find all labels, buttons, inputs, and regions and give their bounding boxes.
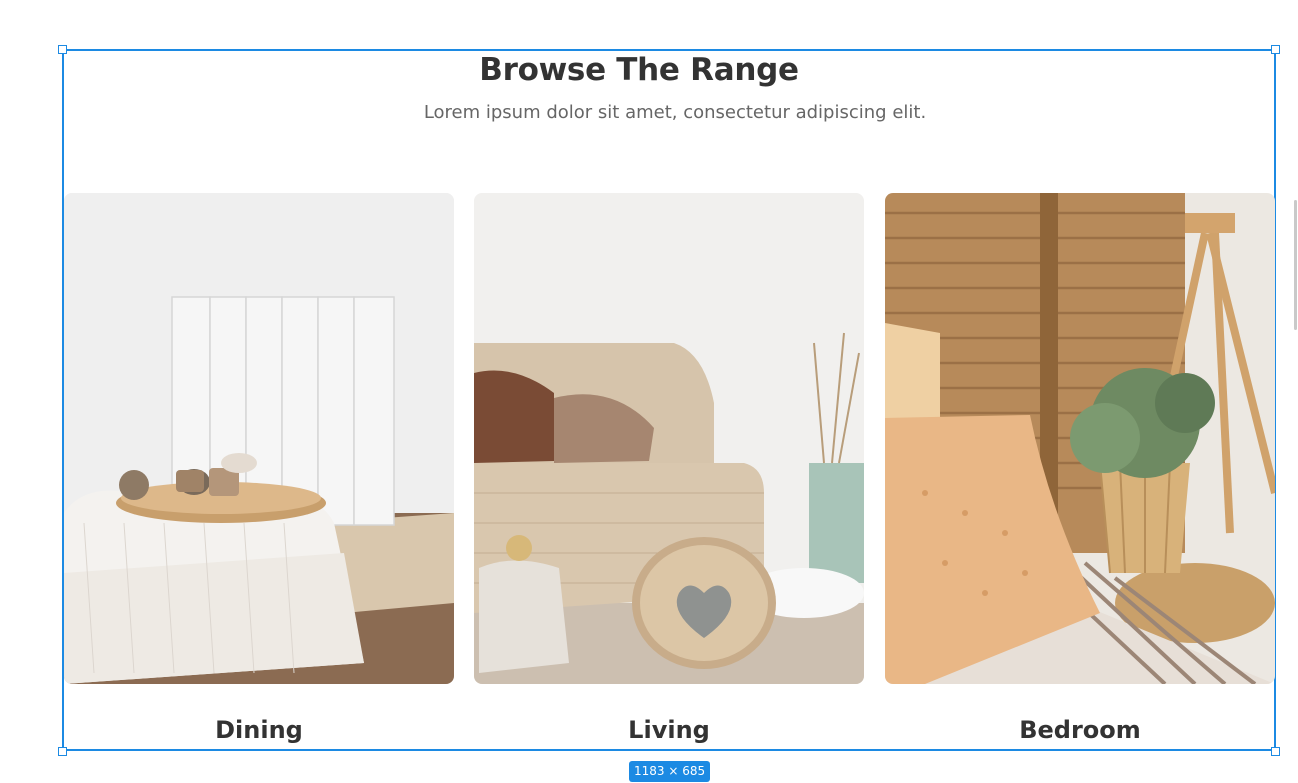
category-label-living[interactable]: Living: [474, 716, 864, 744]
resize-handle-bottom-right[interactable]: [1271, 747, 1280, 756]
category-label-dining[interactable]: Dining: [64, 716, 454, 744]
dining-image[interactable]: [64, 193, 454, 684]
bedroom-image[interactable]: [885, 193, 1275, 684]
dining-photo-illustration: [64, 193, 454, 684]
section-title: Browse The Range: [479, 52, 799, 88]
living-image[interactable]: [474, 193, 864, 684]
living-photo-illustration: [474, 193, 864, 684]
design-canvas: Browse The Range Lorem ipsum dolor sit a…: [0, 0, 1298, 783]
bedroom-photo-illustration: [885, 193, 1275, 684]
category-label-bedroom[interactable]: Bedroom: [885, 716, 1275, 744]
resize-handle-bottom-left[interactable]: [58, 747, 67, 756]
selection-size-badge: 1183 × 685: [629, 761, 711, 782]
scrollbar[interactable]: [1294, 200, 1297, 330]
section-subtitle: Lorem ipsum dolor sit amet, consectetur …: [423, 102, 927, 123]
